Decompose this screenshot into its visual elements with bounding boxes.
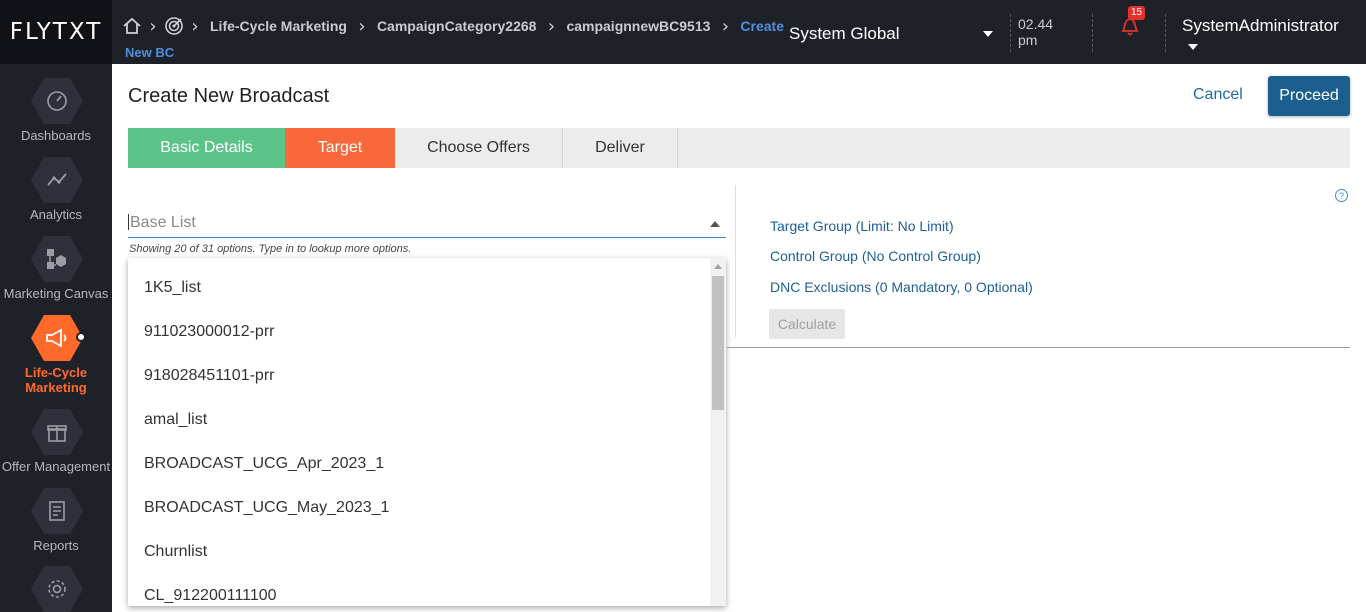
org-selector[interactable]: System Global xyxy=(789,24,900,44)
sidebar-item-marketing-canvas[interactable]: Marketing Canvas xyxy=(0,286,112,301)
sidebar-item-analytics[interactable]: Analytics xyxy=(0,207,112,222)
home-icon[interactable] xyxy=(122,15,142,37)
caret-down-icon[interactable] xyxy=(983,31,993,37)
chevron-right-icon: › xyxy=(721,15,729,37)
gear-icon[interactable] xyxy=(31,566,83,612)
tab-choose-offers[interactable]: Choose Offers xyxy=(395,128,563,168)
list-item[interactable]: CL_912200111100 xyxy=(144,587,277,605)
proceed-button[interactable]: Proceed xyxy=(1268,76,1350,116)
cancel-button[interactable]: Cancel xyxy=(1193,86,1243,104)
tab-target[interactable]: Target xyxy=(285,128,395,168)
header-divider xyxy=(1165,14,1166,52)
scrollbar-thumb[interactable] xyxy=(712,276,724,410)
dnc-exclusions-link[interactable]: DNC Exclusions (0 Mandatory, 0 Optional) xyxy=(770,279,1033,295)
caret-up-icon[interactable] xyxy=(710,221,720,227)
list-item[interactable]: 918028451101-prr xyxy=(144,367,274,385)
page-title: Create New Broadcast xyxy=(128,85,330,107)
header-divider xyxy=(1010,14,1011,52)
sidebar-item-label: Marketing xyxy=(25,380,87,395)
base-list-dropdown[interactable]: 1K5_list 911023000012-prr 918028451101-p… xyxy=(128,258,726,606)
sidebar-item-reports[interactable]: Reports xyxy=(0,538,112,553)
tab-basic-details[interactable]: Basic Details xyxy=(128,128,285,168)
wizard-steps: Basic Details Target Choose Offers Deliv… xyxy=(128,128,1350,168)
breadcrumb-lifecycle[interactable]: Life-Cycle Marketing xyxy=(206,18,351,34)
chevron-right-icon: › xyxy=(547,15,556,37)
user-menu[interactable]: SystemAdministrator xyxy=(1182,16,1339,36)
line-chart-icon[interactable] xyxy=(31,157,83,203)
calculate-button: Calculate xyxy=(769,309,845,339)
clock-time: 02.44 xyxy=(1018,16,1054,32)
breadcrumb-current-continued: New BC xyxy=(125,45,175,60)
clock-suffix: pm xyxy=(1018,32,1038,48)
panel-divider xyxy=(735,185,736,337)
help-icon[interactable]: ? xyxy=(1335,189,1348,202)
flow-icon[interactable] xyxy=(31,236,83,282)
breadcrumb-category[interactable]: CampaignCategory2268 xyxy=(373,18,541,34)
sidebar-item-dashboards[interactable]: Dashboards xyxy=(0,128,112,143)
list-item[interactable]: amal_list xyxy=(144,411,207,429)
control-group-link[interactable]: Control Group (No Control Group) xyxy=(770,248,981,264)
list-item[interactable]: 911023000012-prr xyxy=(144,323,274,341)
tab-deliver[interactable]: Deliver xyxy=(563,128,678,168)
chevron-right-icon: › xyxy=(149,15,157,37)
base-list-input[interactable]: Base List xyxy=(128,210,726,238)
list-item[interactable]: BROADCAST_UCG_May_2023_1 xyxy=(144,499,389,517)
report-icon[interactable] xyxy=(31,488,83,534)
top-bar: FLYTXT › › Life-Cycle Marketing › Campai… xyxy=(0,0,1366,64)
breadcrumb-current: Create xyxy=(740,18,784,34)
breadcrumb-campaign[interactable]: campaignnewBC9513 xyxy=(562,18,714,34)
text-cursor xyxy=(128,214,129,230)
notification-count-badge: 15 xyxy=(1128,6,1146,20)
section-divider xyxy=(727,347,1350,348)
sidebar-item-lifecycle-marketing[interactable]: Life-Cycle Marketing xyxy=(0,365,112,395)
breadcrumb: › › Life-Cycle Marketing › CampaignCateg… xyxy=(122,15,788,37)
header-divider xyxy=(1092,14,1093,52)
active-indicator xyxy=(76,332,86,342)
options-hint: Showing 20 of 31 options. Type in to loo… xyxy=(129,243,412,255)
sidebar: Dashboards Analytics Marketing Canvas Li… xyxy=(0,64,112,612)
sidebar-item-label: Life-Cycle xyxy=(24,365,88,380)
list-item[interactable]: BROADCAST_UCG_Apr_2023_1 xyxy=(144,455,384,473)
gift-icon[interactable] xyxy=(31,409,83,455)
clock: 02.44 pm xyxy=(1018,16,1053,48)
caret-down-icon[interactable] xyxy=(1188,44,1198,50)
flytxt-logo[interactable]: FLYTXT xyxy=(0,0,112,64)
list-item[interactable]: Churnlist xyxy=(144,543,207,561)
chevron-right-icon: › xyxy=(358,15,366,37)
target-icon[interactable] xyxy=(164,15,184,37)
gauge-icon[interactable] xyxy=(31,78,83,124)
scroll-up-icon[interactable] xyxy=(714,264,722,269)
base-list-placeholder: Base List xyxy=(130,214,196,231)
chevron-right-icon: › xyxy=(191,15,199,37)
sidebar-item-offer-management[interactable]: Offer Management xyxy=(0,459,112,474)
target-group-link[interactable]: Target Group (Limit: No Limit) xyxy=(770,218,954,234)
list-item[interactable]: 1K5_list xyxy=(144,279,201,297)
